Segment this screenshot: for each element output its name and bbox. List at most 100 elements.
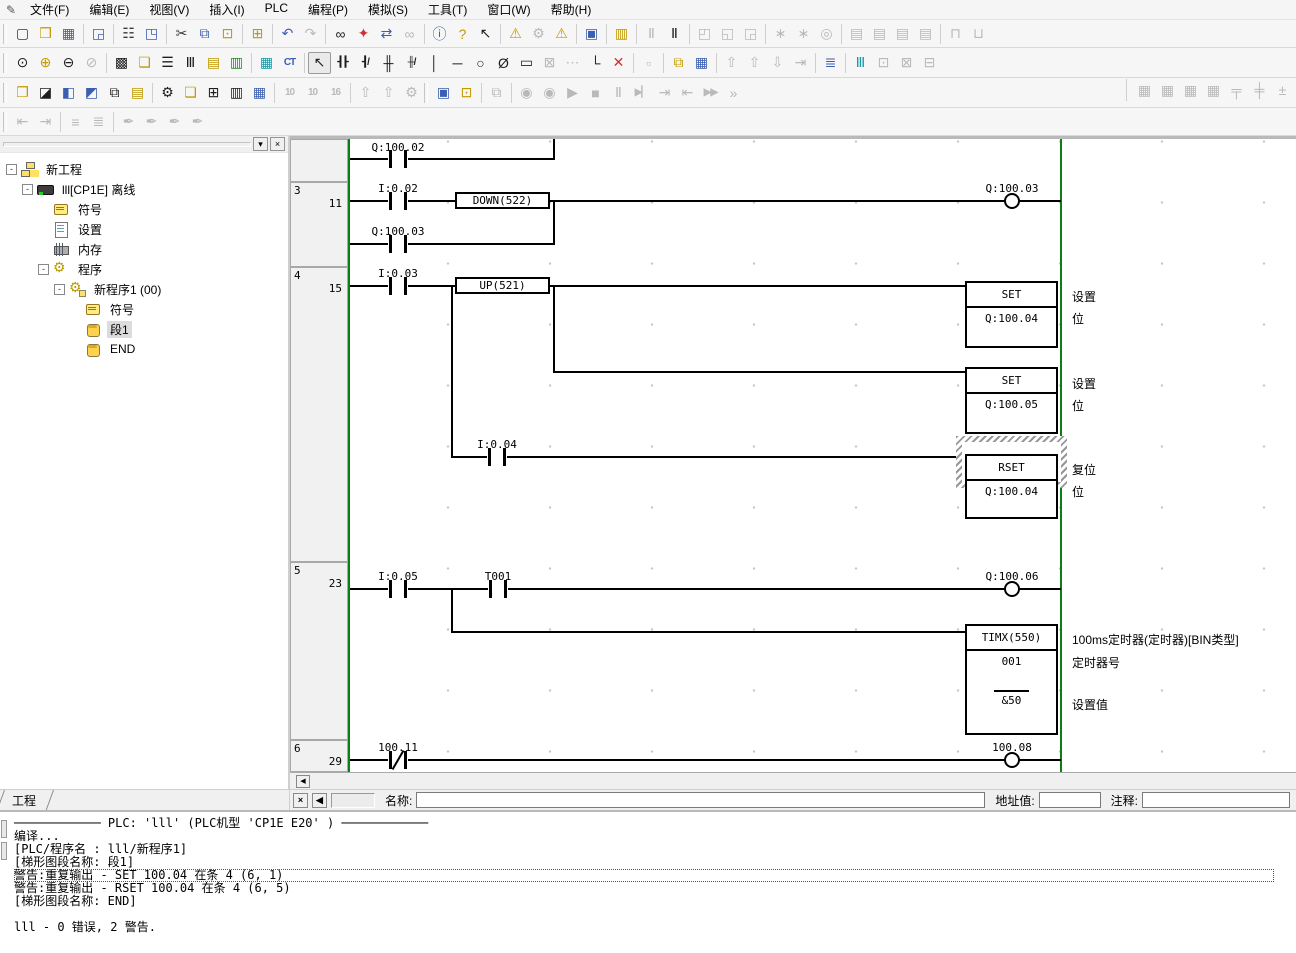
symbol-table-button[interactable]: ❏	[179, 82, 202, 104]
menu-item-7[interactable]: 工具(T)	[418, 0, 477, 20]
io-table-button[interactable]: ▤	[845, 23, 868, 45]
rung-comment-button[interactable]: ❏	[133, 52, 156, 74]
scroll-left-button[interactable]: ◀	[296, 775, 310, 788]
symbol-information-button[interactable]: ≣	[819, 52, 842, 74]
sim-stop-button[interactable]: ■	[584, 82, 607, 104]
pause-monitoring-button[interactable]: Ⅱ	[640, 23, 663, 45]
operand-label[interactable]: 100.08	[967, 741, 1057, 754]
sim-step-out-button[interactable]: ⇤	[676, 82, 699, 104]
tree-item-program1[interactable]: -新程序1 (00)	[0, 279, 288, 299]
operand-label[interactable]: T001	[453, 570, 543, 583]
tree-item-settings[interactable]: 设置	[0, 219, 288, 239]
line-connect-button[interactable]: └	[584, 52, 607, 74]
force-cancel-button[interactable]: ◎	[815, 23, 838, 45]
paste-special-button[interactable]: ⊞	[246, 23, 269, 45]
sim-step-in-button[interactable]: ⇥	[653, 82, 676, 104]
expand-instruction-button[interactable]: ⋯	[561, 52, 584, 74]
project-tab[interactable]: 工程	[4, 790, 54, 812]
set-value-off-button[interactable]: ⇧	[377, 82, 400, 104]
tree-expander-icon[interactable]: -	[22, 184, 33, 195]
new-horizontal-button[interactable]: ─	[446, 52, 469, 74]
zoom-fit-button[interactable]: ⊘	[80, 52, 103, 74]
next-reference-button[interactable]: ⇧	[743, 52, 766, 74]
about-button[interactable]: ⓘ	[428, 23, 451, 45]
block-list-button[interactable]: ≣	[87, 111, 110, 133]
bookmark-a-button[interactable]: ✒	[117, 111, 140, 133]
file-compare-button[interactable]: ◲	[87, 23, 110, 45]
new-instruction-button[interactable]: ▭	[515, 52, 538, 74]
simulator-transfer-button[interactable]: ⧉	[485, 82, 508, 104]
ladder-editor[interactable]: 3 11 4 15 5 23 6 29	[290, 136, 1296, 789]
instruction-set-1[interactable]: SET Q:100.04	[965, 281, 1058, 348]
properties-button[interactable]: ▤	[126, 82, 149, 104]
window-local-button[interactable]: ⧉	[103, 82, 126, 104]
instruction-up[interactable]: UP(521)	[455, 277, 550, 294]
instruction-operand[interactable]: Q:100.04	[967, 481, 1056, 501]
menu-item-4[interactable]: PLC	[255, 0, 298, 20]
menu-item-3[interactable]: 插入(I)	[199, 0, 254, 20]
instruction-rset[interactable]: RSET Q:100.04	[965, 454, 1058, 519]
used-addresses-button[interactable]: ▦	[690, 52, 713, 74]
toolbar-grip[interactable]	[3, 53, 7, 73]
bookmark-b-button[interactable]: ✒	[140, 111, 163, 133]
window-cross-ref-button[interactable]: ◩	[80, 82, 103, 104]
toolbar-grip[interactable]	[424, 83, 428, 103]
cut-button[interactable]: ✂	[170, 23, 193, 45]
differentiate-up-button[interactable]: ⊓	[944, 23, 967, 45]
new-vertical-button[interactable]: │	[423, 52, 446, 74]
compile-program-button[interactable]: ⚠	[504, 23, 527, 45]
memory-view-a-button[interactable]: ▦	[1133, 79, 1156, 101]
output-coil[interactable]	[1004, 752, 1020, 768]
set-value-on-button[interactable]: ⇧	[354, 82, 377, 104]
memory-view-d-button[interactable]: ▦	[1202, 79, 1225, 101]
rung-gutter-4[interactable]: 4 15	[290, 267, 348, 562]
tree-item-section1[interactable]: 段1	[0, 319, 288, 339]
prev-output-button[interactable]: ⇩	[766, 52, 789, 74]
bar-close-button[interactable]: ×	[293, 793, 308, 808]
workspace-close-button[interactable]: ×	[270, 137, 285, 151]
operand-label[interactable]: Q:100.03	[967, 182, 1057, 195]
new-contact-button[interactable]: ┨┠	[331, 52, 354, 74]
zoom-tool-button[interactable]: ⊙	[11, 52, 34, 74]
find-button[interactable]: ∞	[329, 23, 352, 45]
output-splitter-grip[interactable]	[1, 820, 7, 838]
operand-label[interactable]: I:0.03	[353, 267, 443, 280]
print-button[interactable]: ☷	[117, 23, 140, 45]
memory-sign-button[interactable]: ±	[1271, 79, 1294, 101]
monitor-decimal-button[interactable]: 10	[278, 82, 301, 104]
output-coil[interactable]	[1004, 193, 1020, 209]
paste-button[interactable]: ⊡	[216, 23, 239, 45]
watch-window-button[interactable]: ▦	[248, 82, 271, 104]
operand-label[interactable]: Q:100.02	[353, 141, 443, 154]
instruction-down[interactable]: DOWN(522)	[455, 192, 550, 209]
bar-left-button[interactable]: ◀	[312, 793, 327, 808]
instruction-timx[interactable]: TIMX(550) 001 &50	[965, 624, 1058, 735]
indent-more-button[interactable]: ⇥	[34, 111, 57, 133]
new-or-closed-contact-button[interactable]: ╫/	[400, 52, 423, 74]
clear-breakpoint-button[interactable]: ◉	[538, 82, 561, 104]
rung-gutter-5[interactable]: 5 23	[290, 562, 348, 740]
indent-less-button[interactable]: ⇤	[11, 111, 34, 133]
invert-instruction-button[interactable]: ⊠	[538, 52, 561, 74]
view-mnemonics-button[interactable]: ▦	[255, 52, 278, 74]
instruction-set-2[interactable]: SET Q:100.05	[965, 367, 1058, 434]
show-grid-button[interactable]: ▩	[110, 52, 133, 74]
io-comment-view-button[interactable]: ⊞	[202, 82, 225, 104]
menu-item-0[interactable]: 文件(F)	[20, 0, 79, 20]
monitor-data-button[interactable]: Ⅲ	[849, 52, 872, 74]
select-mode-button[interactable]: ↖	[308, 52, 331, 74]
redo-button[interactable]: ↷	[299, 23, 322, 45]
instruction-operand[interactable]: Q:100.05	[967, 394, 1056, 414]
replace-button[interactable]: ⇄	[375, 23, 398, 45]
workspace-dropdown-button[interactable]: ▾	[253, 137, 268, 151]
upload-button[interactable]: ◱	[716, 23, 739, 45]
change-all-button[interactable]: ✦	[352, 23, 375, 45]
instruction-operand[interactable]: 001	[967, 651, 1056, 671]
rung-gutter-6[interactable]: 6 29	[290, 740, 348, 772]
menu-item-5[interactable]: 编程(P)	[298, 0, 358, 20]
output-coil[interactable]	[1004, 581, 1020, 597]
operand-label[interactable]: I:0.04	[452, 438, 542, 451]
operand-label[interactable]: Q:100.06	[967, 570, 1057, 583]
set-breakpoint-button[interactable]: ◉	[515, 82, 538, 104]
force-settings-button[interactable]: ⚙	[400, 82, 423, 104]
